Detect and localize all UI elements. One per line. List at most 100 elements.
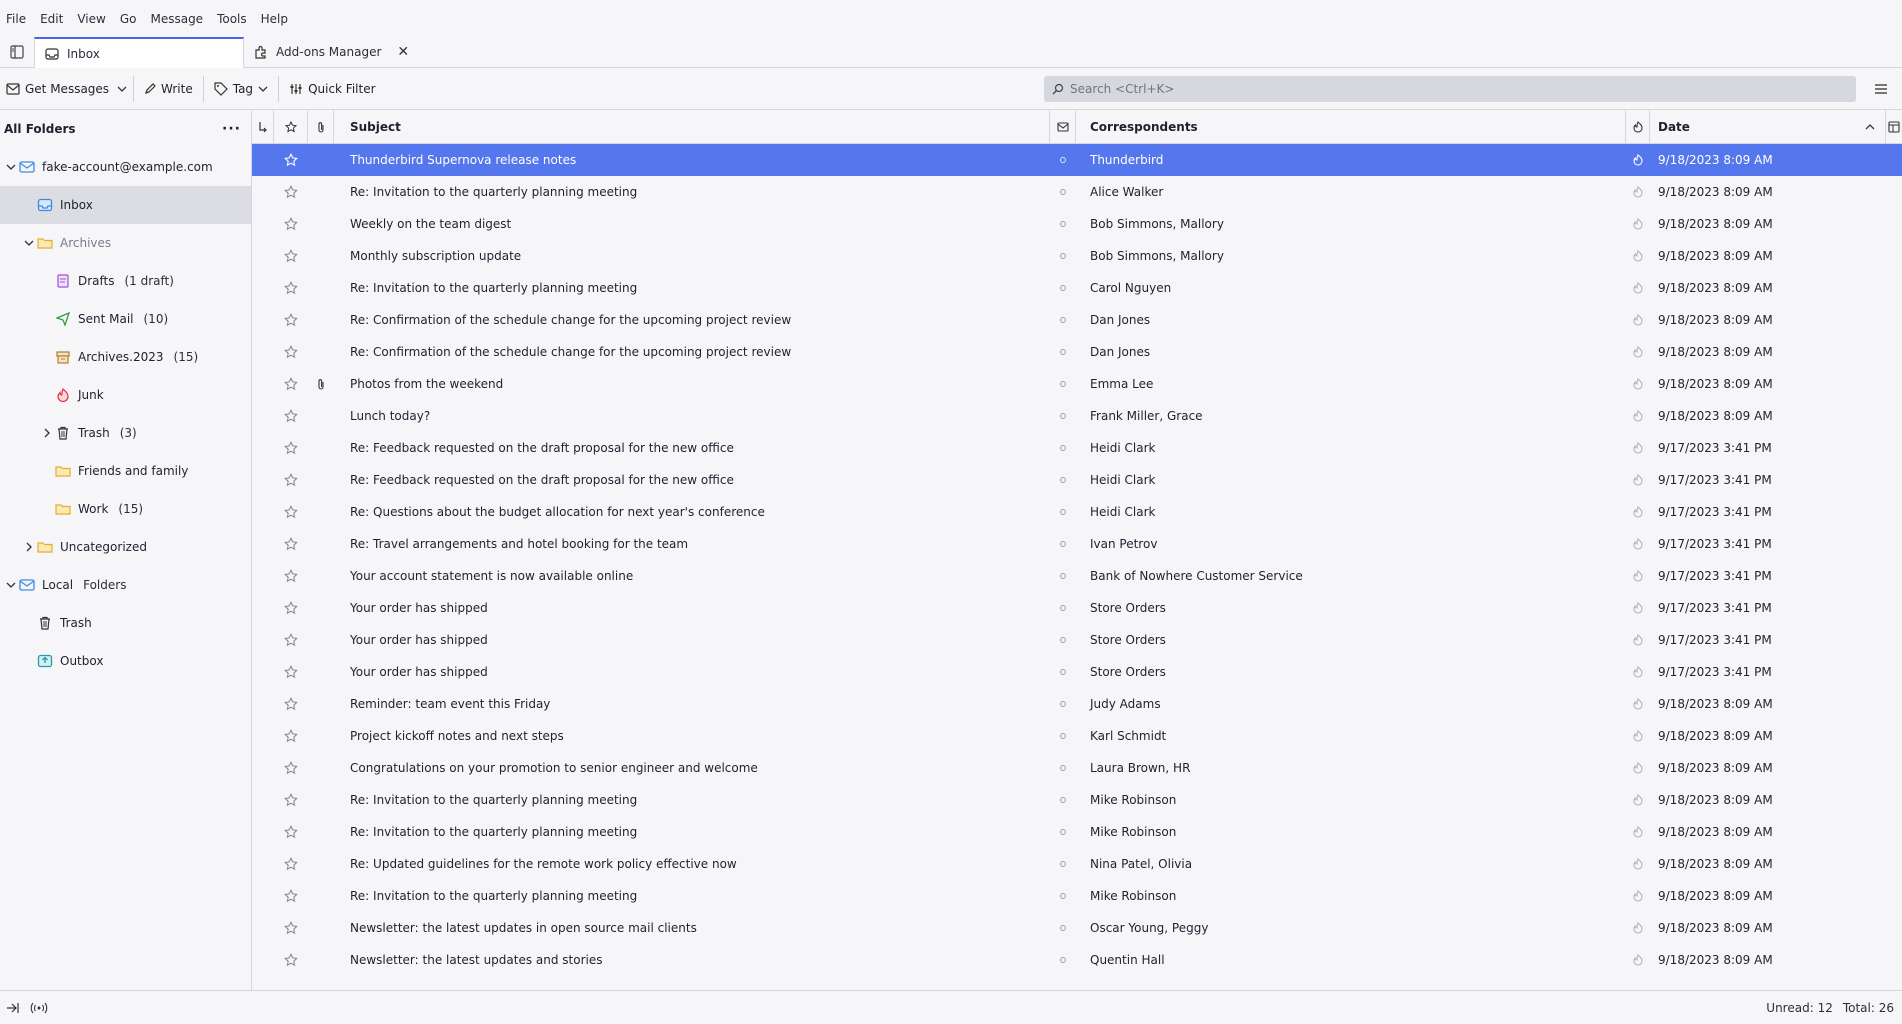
folder-item[interactable]: Uncategorized xyxy=(0,528,251,566)
unread-toggle[interactable] xyxy=(1050,880,1076,912)
message-row[interactable]: Photos from the weekend Emma Lee 9/18/2023… xyxy=(252,368,1902,400)
chevron-down-icon[interactable] xyxy=(22,240,36,246)
junk-toggle[interactable] xyxy=(1626,368,1650,400)
junk-toggle[interactable] xyxy=(1626,464,1650,496)
message-row[interactable]: Re: Confirmation of the schedule change … xyxy=(252,336,1902,368)
message-row[interactable]: Re: Feedback requested on the draft prop… xyxy=(252,432,1902,464)
chevron-down-icon[interactable] xyxy=(4,164,18,170)
star-toggle[interactable] xyxy=(274,816,308,848)
unread-toggle[interactable] xyxy=(1050,464,1076,496)
chevron-down-icon[interactable] xyxy=(4,582,18,588)
thread-column-header[interactable] xyxy=(252,110,274,144)
folder-item[interactable]: Local Folders xyxy=(0,566,251,604)
junk-toggle[interactable] xyxy=(1626,528,1650,560)
message-row[interactable]: Newsletter: the latest updates in open s… xyxy=(252,912,1902,944)
unread-toggle[interactable] xyxy=(1050,624,1076,656)
close-tab-icon[interactable]: ✕ xyxy=(397,44,409,60)
message-row[interactable]: Re: Invitation to the quarterly planning… xyxy=(252,272,1902,304)
folder-item[interactable]: Work (15) xyxy=(0,490,251,528)
get-messages-button[interactable]: Get Messages xyxy=(0,74,115,104)
unread-toggle[interactable] xyxy=(1050,656,1076,688)
message-row[interactable]: Your account statement is now available … xyxy=(252,560,1902,592)
message-row[interactable]: Re: Confirmation of the schedule change … xyxy=(252,304,1902,336)
folder-item[interactable]: Outbox xyxy=(0,642,251,680)
star-toggle[interactable] xyxy=(274,464,308,496)
column-picker-button[interactable] xyxy=(1886,110,1902,144)
get-messages-dropdown[interactable] xyxy=(115,74,129,104)
tab-inbox[interactable]: Inbox xyxy=(34,37,244,68)
correspondents-column-header[interactable]: Correspondents xyxy=(1076,110,1626,144)
star-toggle[interactable] xyxy=(274,176,308,208)
message-row[interactable]: Re: Invitation to the quarterly planning… xyxy=(252,784,1902,816)
junk-toggle[interactable] xyxy=(1626,432,1650,464)
unread-toggle[interactable] xyxy=(1050,784,1076,816)
unread-toggle[interactable] xyxy=(1050,304,1076,336)
star-toggle[interactable] xyxy=(274,240,308,272)
unread-toggle[interactable] xyxy=(1050,208,1076,240)
message-row[interactable]: Congratulations on your promotion to sen… xyxy=(252,752,1902,784)
folder-item[interactable]: Archives xyxy=(0,224,251,262)
menu-message[interactable]: Message xyxy=(148,12,205,26)
message-row[interactable]: Re: Questions about the budget allocatio… xyxy=(252,496,1902,528)
folder-item[interactable]: Trash xyxy=(0,604,251,642)
folder-item[interactable]: Archives.2023 (15) xyxy=(0,338,251,376)
junk-toggle[interactable] xyxy=(1626,208,1650,240)
unread-toggle[interactable] xyxy=(1050,432,1076,464)
star-toggle[interactable] xyxy=(274,528,308,560)
junk-toggle[interactable] xyxy=(1626,752,1650,784)
junk-toggle[interactable] xyxy=(1626,656,1650,688)
write-button[interactable]: Write xyxy=(138,74,199,104)
message-row[interactable]: Project kickoff notes and next steps Karl… xyxy=(252,720,1902,752)
star-toggle[interactable] xyxy=(274,752,308,784)
folder-item[interactable]: Junk xyxy=(0,376,251,414)
message-row[interactable]: Re: Invitation to the quarterly planning… xyxy=(252,880,1902,912)
message-row[interactable]: Your order has shipped Store Orders 9/17/2… xyxy=(252,656,1902,688)
star-column-header[interactable] xyxy=(274,110,308,144)
junk-toggle[interactable] xyxy=(1626,240,1650,272)
menu-go[interactable]: Go xyxy=(118,12,139,26)
star-toggle[interactable] xyxy=(274,336,308,368)
junk-toggle[interactable] xyxy=(1626,944,1650,976)
message-row[interactable]: Your order has shipped Store Orders 9/17/2… xyxy=(252,592,1902,624)
junk-toggle[interactable] xyxy=(1626,912,1650,944)
star-toggle[interactable] xyxy=(274,432,308,464)
message-row[interactable]: Thunderbird Supernova release notes Thund… xyxy=(252,144,1902,176)
star-toggle[interactable] xyxy=(274,496,308,528)
unread-toggle[interactable] xyxy=(1050,240,1076,272)
date-column-header[interactable]: Date xyxy=(1650,110,1886,144)
star-toggle[interactable] xyxy=(274,400,308,432)
online-status-icon[interactable] xyxy=(30,1002,48,1014)
message-row[interactable]: Weekly on the team digest Bob Simmons, Ma… xyxy=(252,208,1902,240)
quick-filter-button[interactable]: Quick Filter xyxy=(283,74,381,104)
message-row[interactable]: Re: Updated guidelines for the remote wo… xyxy=(252,848,1902,880)
junk-toggle[interactable] xyxy=(1626,784,1650,816)
star-toggle[interactable] xyxy=(274,624,308,656)
star-toggle[interactable] xyxy=(274,848,308,880)
star-toggle[interactable] xyxy=(274,656,308,688)
unread-toggle[interactable] xyxy=(1050,752,1076,784)
unread-column-header[interactable] xyxy=(1050,110,1076,144)
unread-toggle[interactable] xyxy=(1050,528,1076,560)
junk-column-header[interactable] xyxy=(1626,110,1650,144)
unread-toggle[interactable] xyxy=(1050,400,1076,432)
unread-toggle[interactable] xyxy=(1050,496,1076,528)
folder-item[interactable]: Drafts (1 draft) xyxy=(0,262,251,300)
folder-item[interactable]: Inbox xyxy=(0,186,251,224)
menu-tools[interactable]: Tools xyxy=(215,12,249,26)
star-toggle[interactable] xyxy=(274,592,308,624)
junk-toggle[interactable] xyxy=(1626,688,1650,720)
folder-item[interactable]: Friends and family xyxy=(0,452,251,490)
message-row[interactable]: Reminder: team event this Friday Judy Ada… xyxy=(252,688,1902,720)
message-row[interactable]: Lunch today? Frank Miller, Grace 9/18/2023… xyxy=(252,400,1902,432)
folder-item[interactable]: Trash (3) xyxy=(0,414,251,452)
star-toggle[interactable] xyxy=(274,272,308,304)
junk-toggle[interactable] xyxy=(1626,272,1650,304)
star-toggle[interactable] xyxy=(274,304,308,336)
subject-column-header[interactable]: Subject xyxy=(334,110,1050,144)
message-row[interactable]: Monthly subscription update Bob Simmons, … xyxy=(252,240,1902,272)
more-options-icon[interactable]: ··· xyxy=(222,121,241,137)
star-toggle[interactable] xyxy=(274,944,308,976)
unread-toggle[interactable] xyxy=(1050,144,1076,176)
junk-toggle[interactable] xyxy=(1626,848,1650,880)
junk-toggle[interactable] xyxy=(1626,144,1650,176)
